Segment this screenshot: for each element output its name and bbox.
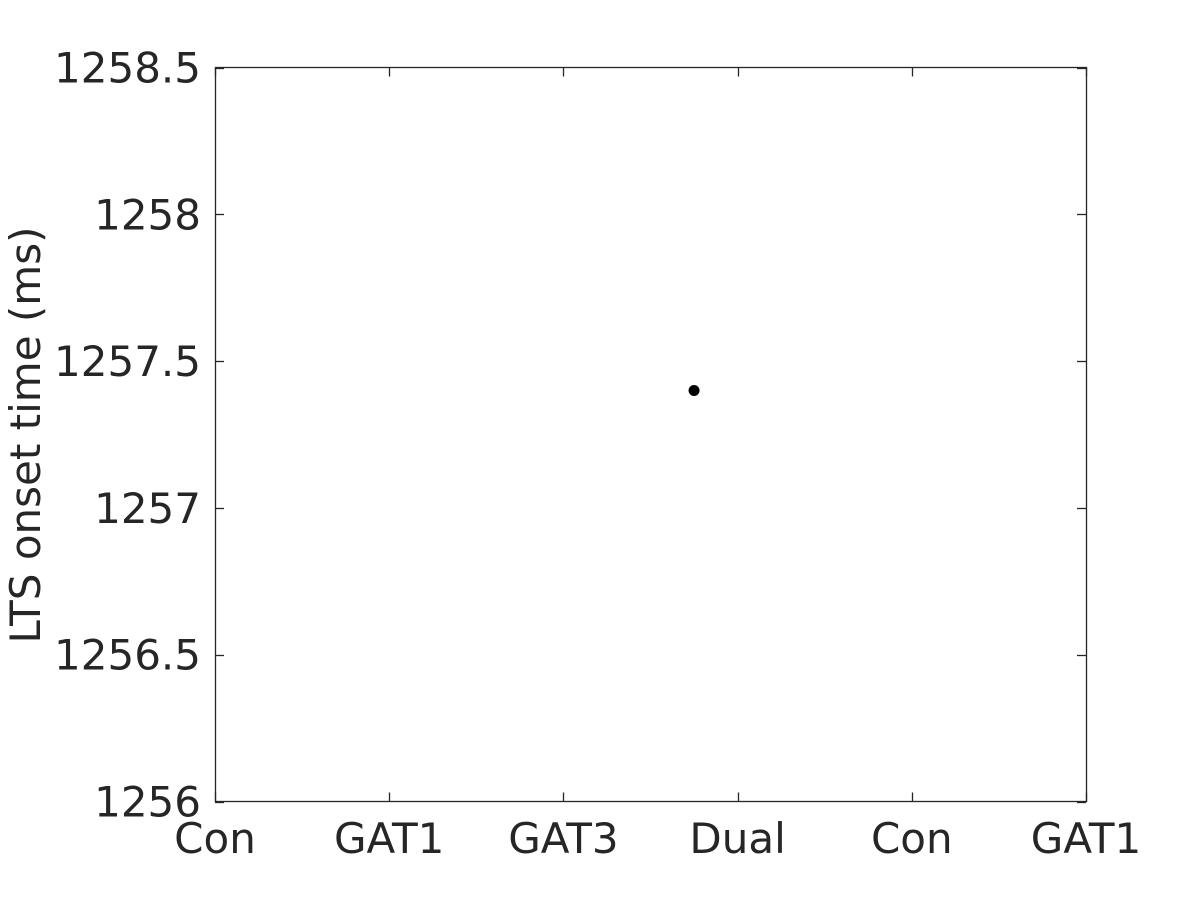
x-tick-labels: Con GAT1 GAT3 Dual Con GAT1 bbox=[174, 814, 1141, 863]
data-point bbox=[688, 384, 700, 396]
y-tick-label: 1256.5 bbox=[54, 631, 201, 680]
y-tick-label: 1257 bbox=[94, 484, 201, 533]
y-tick-label: 1256 bbox=[94, 778, 201, 827]
data-points bbox=[688, 384, 700, 396]
x-tick-label: GAT1 bbox=[1031, 814, 1141, 863]
x-tick-label: GAT3 bbox=[508, 814, 618, 863]
chart: Con GAT1 GAT3 Dual Con GAT1 12561256.51257125… bbox=[1, 44, 1141, 864]
y-tick-labels: 1256 1256.5 1257 1257.5 1258 1258.5 bbox=[54, 44, 201, 827]
y-tick-label: 1258.5 bbox=[54, 44, 201, 93]
x-tick-label: Con bbox=[871, 814, 953, 863]
y-tick-label: 1257.5 bbox=[54, 337, 201, 386]
plot-background bbox=[215, 67, 1086, 802]
y-tick-label: 1258 bbox=[94, 190, 201, 239]
x-tick-label: GAT1 bbox=[334, 814, 444, 863]
y-axis-label: LTS onset time (ms) bbox=[1, 227, 50, 644]
x-tick-label: Dual bbox=[689, 814, 785, 863]
